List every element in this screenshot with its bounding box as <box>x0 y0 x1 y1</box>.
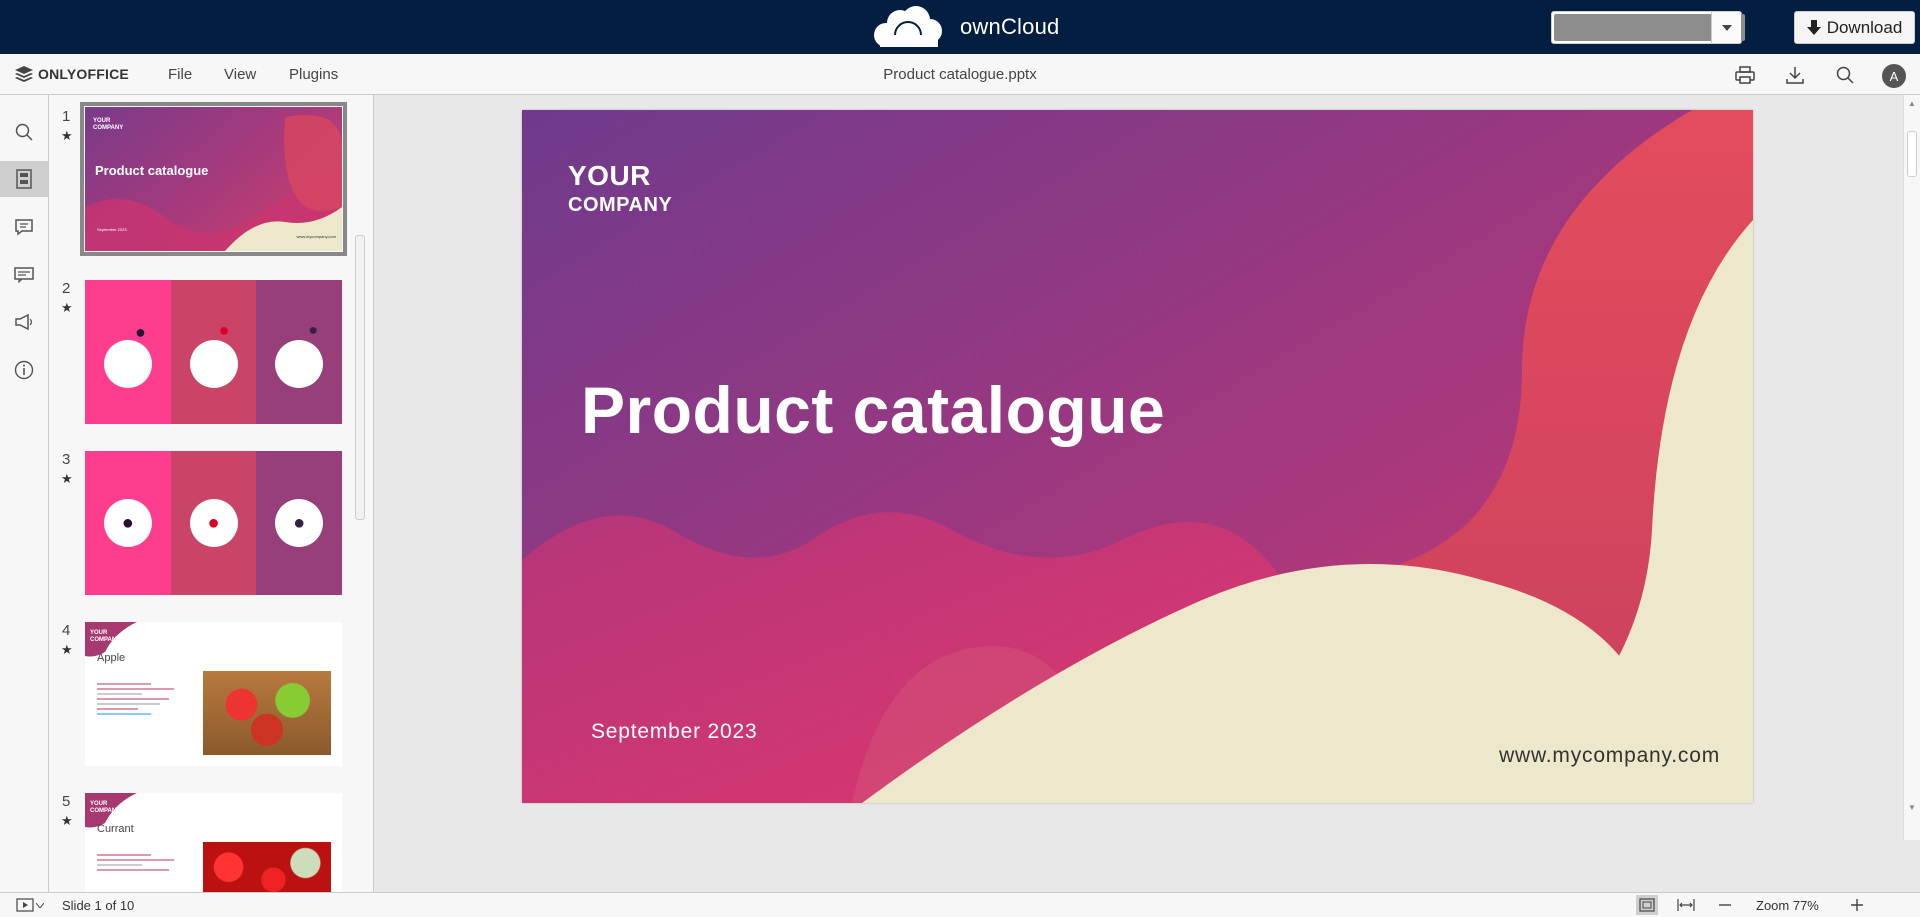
thumb-number: 3 <box>62 451 71 468</box>
slide-thumbnails-panel: 1 ★ YOUR COMPANY Product catalogue Septem… <box>49 95 374 892</box>
vertical-scrollbar[interactable]: ▲ ▼ <box>1903 95 1920 840</box>
currant-photo <box>203 842 331 892</box>
slide-canvas: YOUR COMPANY Product catalogue September… <box>375 95 1903 840</box>
thumb-company: YOUR COMPANY <box>90 801 121 814</box>
slide-thumbnail-3[interactable]: ● ● ● <box>85 451 342 595</box>
zoom-level: Zoom 77% <box>1756 898 1819 913</box>
apple-icon: ● <box>207 511 220 534</box>
document-title: Product catalogue.pptx <box>883 66 1037 83</box>
slide-title: Product catalogue <box>581 373 1166 447</box>
search-icon[interactable] <box>1832 62 1858 88</box>
user-avatar[interactable]: A <box>1882 64 1906 88</box>
thumb-heading: Currant <box>97 823 134 835</box>
company-line-2: COMPANY <box>568 194 673 216</box>
star-icon: ★ <box>61 642 73 657</box>
thumb-date: September 2023 <box>97 227 127 232</box>
chevron-down-icon[interactable] <box>34 895 46 915</box>
comments-icon[interactable] <box>0 209 48 245</box>
scroll-up-icon[interactable]: ▲ <box>1908 99 1916 108</box>
grape-icon: ● <box>308 322 319 339</box>
zoom-out-icon[interactable] <box>1714 895 1736 915</box>
plum-circle: ● <box>103 499 152 547</box>
slide-thumbnail-4[interactable]: YOUR COMPANY Apple <box>85 622 342 766</box>
thumb-company: YOUR COMPANY <box>93 118 124 131</box>
search-icon[interactable] <box>0 114 48 150</box>
plum-icon: ● <box>121 511 134 534</box>
megaphone-icon[interactable] <box>0 304 48 340</box>
download-label: Download <box>1826 17 1903 37</box>
print-icon[interactable] <box>1732 62 1758 88</box>
star-icon: ★ <box>61 813 73 828</box>
slide-date: September 2023 <box>591 720 758 743</box>
account-select[interactable] <box>1551 11 1745 44</box>
apple-circle <box>189 339 238 388</box>
thumb-number: 1 <box>62 108 71 125</box>
thumb-url: www.mycompany.com <box>296 234 337 239</box>
plum-icon: ● <box>135 322 146 342</box>
thumb-title: Product catalogue <box>95 163 209 178</box>
star-icon: ★ <box>61 471 73 486</box>
slide-thumbnail-2[interactable]: ● ● ● <box>85 280 342 424</box>
thumbnail-scrollbar[interactable] <box>355 235 365 520</box>
fit-slide-icon[interactable] <box>1636 895 1658 915</box>
download-arrow-icon <box>1806 19 1821 35</box>
editor-header: ONLYOFFICE File View Plugins Product cat… <box>0 54 1920 95</box>
thumb-number: 2 <box>62 280 71 297</box>
thumb-bullets <box>97 680 187 740</box>
chat-icon[interactable] <box>0 256 48 292</box>
apple-circle: ● <box>189 499 238 547</box>
thumb-heading: Apple <box>97 652 126 664</box>
apples-photo <box>203 671 331 755</box>
owncloud-topbar: ownCloud Download <box>0 0 1920 54</box>
download-icon[interactable] <box>1782 62 1808 88</box>
scrollbar-thumb[interactable] <box>1907 131 1917 177</box>
star-icon: ★ <box>61 128 73 143</box>
thumb-bullets <box>97 851 187 874</box>
chevron-down-icon[interactable] <box>1711 12 1741 43</box>
grape-circle <box>275 339 324 388</box>
status-bar: Slide 1 of 10 Zoom 77% <box>0 892 1920 917</box>
slide-url: www.mycompany.com <box>1499 744 1720 767</box>
apple-icon: ● <box>218 320 230 340</box>
zoom-in-icon[interactable] <box>1846 895 1868 915</box>
slide-thumbnail-1[interactable]: YOUR COMPANY Product catalogue September … <box>80 102 347 256</box>
grape-icon: ● <box>293 511 306 534</box>
slide-background-graphic <box>522 110 1753 803</box>
download-button[interactable]: Download <box>1794 11 1915 44</box>
star-icon: ★ <box>61 300 73 315</box>
fit-width-icon[interactable] <box>1675 895 1697 915</box>
info-icon[interactable] <box>0 352 48 388</box>
cloud-icon <box>874 6 942 49</box>
owncloud-logo[interactable]: ownCloud <box>870 5 1059 49</box>
slide-thumbnail-5[interactable]: YOUR COMPANY Currant <box>85 793 342 892</box>
owncloud-brand: ownCloud <box>960 14 1060 39</box>
play-slideshow-icon[interactable] <box>14 895 36 915</box>
company-line-1: YOUR <box>568 160 651 191</box>
left-toolbar <box>0 95 49 892</box>
thumb-company: YOUR COMPANY <box>90 630 121 643</box>
grape-circle: ● <box>275 499 324 547</box>
thumb-number: 5 <box>62 793 71 810</box>
slide-counter: Slide 1 of 10 <box>62 898 135 913</box>
slides-panel-icon[interactable] <box>0 161 48 197</box>
plum-circle <box>103 339 152 388</box>
scroll-down-icon[interactable]: ▼ <box>1908 803 1916 812</box>
thumb-number: 4 <box>62 622 71 639</box>
current-slide[interactable]: YOUR COMPANY Product catalogue September… <box>522 110 1753 803</box>
